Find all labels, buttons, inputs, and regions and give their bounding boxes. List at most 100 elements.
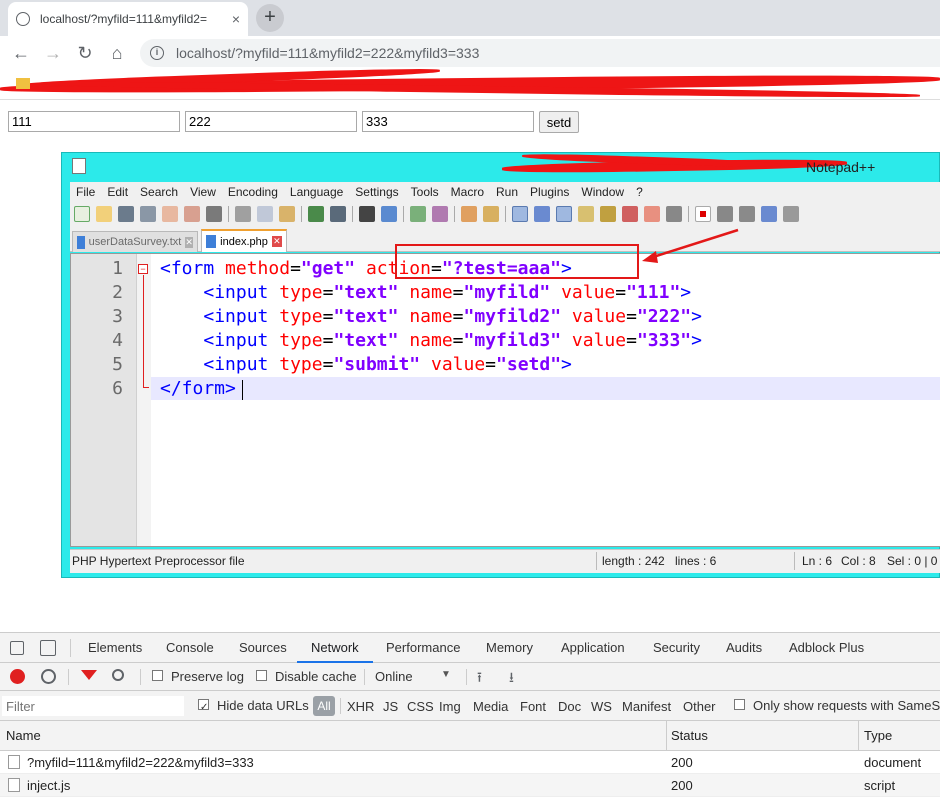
file-tab-userdatasurvey[interactable]: userDataSurvey.txt ✕	[72, 231, 198, 252]
menu-file[interactable]: File	[70, 185, 101, 199]
save-all-icon[interactable]	[140, 206, 156, 222]
close-all-icon[interactable]	[184, 206, 200, 222]
menu-view[interactable]: View	[184, 185, 222, 199]
export-har-icon[interactable]: ⭳	[509, 667, 514, 691]
forward-arrow-icon[interactable]: →	[40, 40, 66, 66]
device-toolbar-icon[interactable]	[40, 640, 56, 656]
sync-horizontal-icon[interactable]	[483, 206, 499, 222]
disable-cache-checkbox[interactable]	[256, 670, 267, 681]
save-macro-icon[interactable]	[783, 206, 799, 222]
undo-icon[interactable]	[308, 206, 324, 222]
reload-icon[interactable]: ↻	[72, 40, 98, 66]
copy-icon[interactable]	[257, 206, 273, 222]
play-macro-icon[interactable]	[739, 206, 755, 222]
back-arrow-icon[interactable]: ←	[8, 40, 34, 66]
menu-run[interactable]: Run	[490, 185, 524, 199]
menu-tools[interactable]: Tools	[405, 185, 445, 199]
filter-img[interactable]: Img	[439, 699, 461, 714]
function-list-icon[interactable]	[622, 206, 638, 222]
run-macro-multiple-icon[interactable]	[761, 206, 777, 222]
stop-macro-icon[interactable]	[717, 206, 733, 222]
folder-workspace-icon[interactable]	[644, 206, 660, 222]
find-icon[interactable]	[359, 206, 375, 222]
new-tab-button[interactable]: +	[256, 4, 284, 32]
setd-submit-button[interactable]: setd	[539, 111, 579, 133]
zoom-in-icon[interactable]	[410, 206, 426, 222]
filter-js[interactable]: JS	[383, 699, 398, 714]
close-file-icon[interactable]	[162, 206, 178, 222]
close-tab-icon[interactable]: ✕	[271, 236, 282, 247]
paste-icon[interactable]	[279, 206, 295, 222]
info-icon[interactable]: i	[150, 46, 164, 60]
menu-edit[interactable]: Edit	[101, 185, 134, 199]
filter-xhr[interactable]: XHR	[347, 699, 374, 714]
language-icon[interactable]	[578, 206, 594, 222]
code-editor[interactable]: 1 2 3 4 5 6 − <form method="get" action=…	[70, 253, 940, 547]
menu-help[interactable]: ?	[630, 185, 649, 199]
filter-input[interactable]	[2, 696, 184, 716]
doc-map-icon[interactable]	[600, 206, 616, 222]
menu-encoding[interactable]: Encoding	[222, 185, 284, 199]
column-type[interactable]: Type	[864, 728, 892, 743]
request-row[interactable]: inject.js 200 script	[0, 774, 940, 797]
file-tab-index-php[interactable]: index.php ✕	[201, 229, 287, 252]
indent-guide-icon[interactable]	[556, 206, 572, 222]
devtools-tab-application[interactable]: Application	[561, 640, 625, 655]
devtools-tab-performance[interactable]: Performance	[386, 640, 460, 655]
devtools-tab-audits[interactable]: Audits	[726, 640, 762, 655]
record-icon[interactable]	[10, 669, 25, 684]
column-status[interactable]: Status	[671, 728, 708, 743]
hide-data-urls-checkbox[interactable]	[198, 699, 209, 710]
menu-search[interactable]: Search	[134, 185, 184, 199]
address-bar[interactable]: i localhost/?myfild=111&myfild2=222&myfi…	[140, 39, 940, 67]
filter-all-button[interactable]: All	[313, 696, 335, 716]
devtools-tab-adblock[interactable]: Adblock Plus	[789, 640, 864, 655]
print-icon[interactable]	[206, 206, 222, 222]
record-macro-icon[interactable]	[695, 206, 711, 222]
save-icon[interactable]	[118, 206, 134, 222]
dropdown-arrow-icon[interactable]: ▼	[441, 669, 451, 680]
sync-vertical-icon[interactable]	[461, 206, 477, 222]
filter-css[interactable]: CSS	[407, 699, 434, 714]
menu-macro[interactable]: Macro	[445, 185, 490, 199]
devtools-tab-network[interactable]: Network	[311, 640, 359, 655]
filter-icon[interactable]	[81, 670, 97, 680]
filter-font[interactable]: Font	[520, 699, 546, 714]
devtools-tab-elements[interactable]: Elements	[88, 640, 142, 655]
monitor-icon[interactable]	[666, 206, 682, 222]
devtools-tab-console[interactable]: Console	[166, 640, 214, 655]
myfild3-input[interactable]	[362, 111, 534, 132]
replace-icon[interactable]	[381, 206, 397, 222]
devtools-tab-memory[interactable]: Memory	[486, 640, 533, 655]
filter-manifest[interactable]: Manifest	[622, 699, 671, 714]
menu-plugins[interactable]: Plugins	[524, 185, 575, 199]
tab-close-icon[interactable]: ×	[232, 11, 240, 27]
redo-icon[interactable]	[330, 206, 346, 222]
menu-language[interactable]: Language	[284, 185, 349, 199]
zoom-out-icon[interactable]	[432, 206, 448, 222]
myfild-input[interactable]	[8, 111, 180, 132]
cut-icon[interactable]	[235, 206, 251, 222]
preserve-log-checkbox[interactable]	[152, 670, 163, 681]
filter-ws[interactable]: WS	[591, 699, 612, 714]
show-all-chars-icon[interactable]	[534, 206, 550, 222]
home-icon[interactable]: ⌂	[104, 40, 130, 66]
close-tab-icon[interactable]: ✕	[185, 236, 193, 248]
word-wrap-icon[interactable]	[512, 206, 528, 222]
myfild2-input[interactable]	[185, 111, 357, 132]
filter-other[interactable]: Other	[683, 699, 716, 714]
browser-tab[interactable]: localhost/?myfild=111&myfild2= ×	[8, 2, 248, 36]
fold-collapse-icon[interactable]: −	[138, 264, 148, 274]
import-har-icon[interactable]: ⭱	[477, 667, 482, 691]
new-file-icon[interactable]	[74, 206, 90, 222]
request-row[interactable]: ?myfild=111&myfild2=222&myfild3=333 200 …	[0, 751, 940, 774]
inspect-element-icon[interactable]	[10, 641, 24, 655]
samesite-checkbox[interactable]	[734, 699, 745, 710]
clear-icon[interactable]	[41, 669, 56, 684]
open-file-icon[interactable]	[96, 206, 112, 222]
menu-settings[interactable]: Settings	[349, 185, 404, 199]
devtools-tab-security[interactable]: Security	[653, 640, 700, 655]
column-name[interactable]: Name	[6, 728, 41, 743]
throttle-select[interactable]: Online	[375, 669, 413, 684]
menu-window[interactable]: Window	[575, 185, 630, 199]
